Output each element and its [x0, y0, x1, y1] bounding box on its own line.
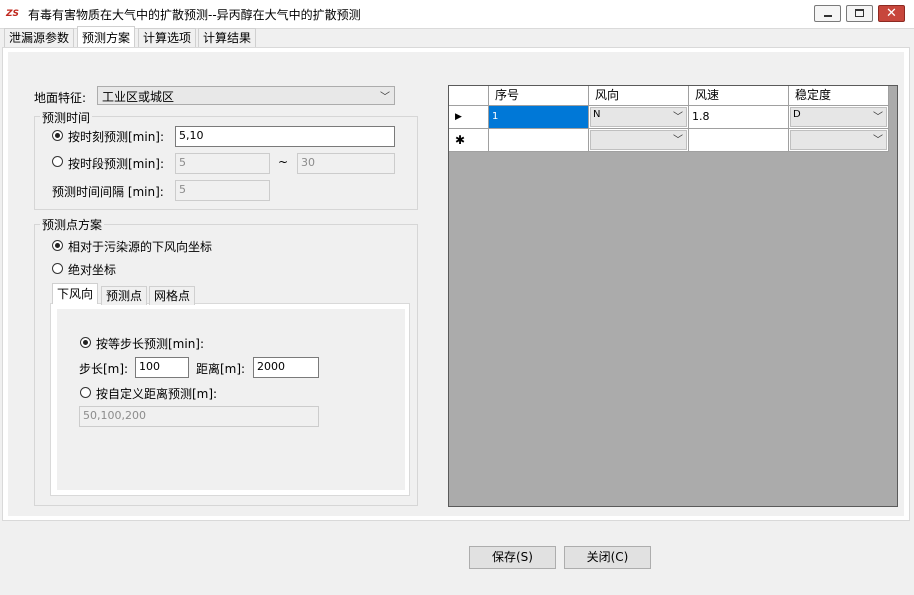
close-icon: ✕	[886, 6, 897, 21]
minimize-icon	[824, 15, 832, 17]
tab-calc-options[interactable]: 计算选项	[138, 28, 197, 47]
title-bar: ZS 有毒有害物质在大气中的扩散预测--异丙醇在大气中的扩散预测 ✕	[0, 0, 914, 29]
grid-cell-new-index[interactable]	[489, 129, 589, 152]
relative-coord-radio[interactable]	[52, 240, 63, 251]
absolute-coord-label: 绝对坐标	[68, 263, 117, 277]
interval-input[interactable]: 5	[175, 180, 270, 201]
save-button[interactable]: 保存(S)	[469, 546, 556, 569]
grid-cell-new-stability[interactable]: ﹀	[789, 129, 889, 152]
tab-prediction-scheme[interactable]: 预测方案	[77, 26, 136, 48]
column-header-stability[interactable]: 稳定度	[789, 86, 889, 106]
grid-cell-direction[interactable]: N ﹀	[589, 106, 689, 129]
subtab-grid-points[interactable]: 网格点	[149, 286, 196, 305]
by-moment-input[interactable]: 5,10	[175, 126, 395, 147]
minimize-button[interactable]	[814, 5, 841, 22]
by-period-label: 按时段预测[min]:	[68, 157, 165, 171]
distance-label: 距离[m]:	[196, 362, 246, 376]
grid-cell-speed[interactable]: 1.8	[689, 106, 789, 129]
chevron-down-icon: ﹀	[873, 112, 883, 123]
step-label: 步长[m]:	[79, 362, 129, 376]
ground-feature-value: 工业区或城区	[102, 90, 175, 104]
row-header-new[interactable]: ✱	[449, 129, 489, 152]
by-moment-label: 按时刻预测[min]:	[68, 130, 165, 144]
subtab-predict-points[interactable]: 预测点	[101, 286, 148, 305]
grid-cell-new-direction[interactable]: ﹀	[589, 129, 689, 152]
grid-corner-header	[449, 86, 489, 106]
chevron-down-icon: ﹀	[673, 112, 683, 123]
absolute-coord-radio[interactable]	[52, 263, 63, 274]
direction-value: N	[593, 109, 601, 120]
period-from-input[interactable]: 5	[175, 153, 270, 174]
equal-step-label: 按等步长预测[min]:	[96, 337, 205, 351]
distance-input[interactable]: 2000	[253, 357, 319, 378]
close-window-button[interactable]: ✕	[878, 5, 905, 22]
equal-step-radio[interactable]	[80, 337, 91, 348]
grid-cell-stability[interactable]: D ﹀	[789, 106, 889, 129]
custom-distance-input[interactable]: 50,100,200	[79, 406, 319, 427]
column-header-index[interactable]: 序号	[489, 86, 589, 106]
subtab-downwind[interactable]: 下风向	[52, 283, 99, 304]
close-button[interactable]: 关闭(C)	[564, 546, 651, 569]
chevron-down-icon: ﹀	[380, 92, 390, 103]
wind-data-grid[interactable]: 序号 风向 风速 稳定度 ▶ 1 N ﹀ 1.8 D ﹀ ✱ ﹀ ﹀	[448, 85, 898, 507]
column-header-speed[interactable]: 风速	[689, 86, 789, 106]
chevron-down-icon: ﹀	[673, 135, 683, 146]
chevron-down-icon: ﹀	[873, 135, 883, 146]
point-scheme-title: 预测点方案	[40, 216, 105, 233]
by-period-radio[interactable]	[52, 156, 63, 167]
relative-coord-label: 相对于污染源的下风向坐标	[68, 240, 213, 254]
by-moment-radio[interactable]	[52, 130, 63, 141]
step-input[interactable]: 100	[135, 357, 189, 378]
ground-feature-select[interactable]: 工业区或城区 ﹀	[97, 86, 395, 105]
period-tilde: ~	[278, 155, 289, 169]
custom-distance-radio[interactable]	[80, 387, 91, 398]
period-to-input[interactable]: 30	[297, 153, 395, 174]
window-title: 有毒有害物质在大气中的扩散预测--异丙醇在大气中的扩散预测	[28, 8, 361, 22]
column-header-direction[interactable]: 风向	[589, 86, 689, 106]
ground-feature-label: 地面特征:	[34, 91, 87, 105]
tab-calc-results[interactable]: 计算结果	[198, 28, 257, 47]
predict-time-title: 预测时间	[40, 109, 93, 126]
tab-leak-source[interactable]: 泄漏源参数	[4, 28, 75, 47]
app-icon: ZS	[6, 9, 20, 19]
maximize-icon	[855, 9, 864, 17]
maximize-button[interactable]	[846, 5, 873, 22]
grid-cell-index-selected[interactable]: 1	[489, 106, 589, 129]
row-header-current[interactable]: ▶	[449, 106, 489, 129]
stability-value: D	[793, 109, 801, 120]
grid-cell-new-speed[interactable]	[689, 129, 789, 152]
custom-distance-label: 按自定义距离预测[m]:	[96, 387, 218, 401]
interval-label: 预测时间间隔 [min]:	[52, 185, 164, 199]
